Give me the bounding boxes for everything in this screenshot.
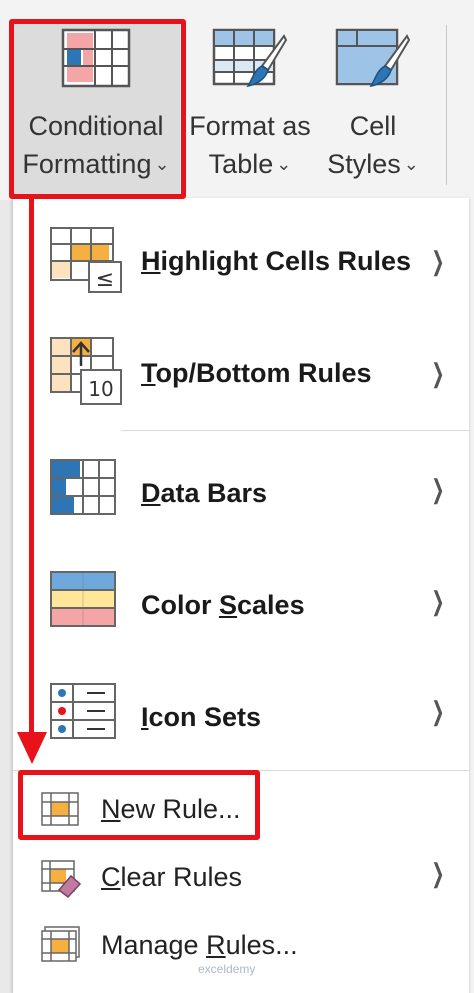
menu-item-label-pre: Manage <box>101 930 207 960</box>
format-as-table-label: Format as <box>189 111 311 141</box>
highlight-box-new-rule <box>18 770 260 840</box>
menu-item-label: cales <box>237 590 305 620</box>
menu-item-top-bottom-rules[interactable]: 10 Top/Bottom Rules ❯ <box>13 326 469 426</box>
top-bottom-icon: 10 <box>50 337 122 405</box>
format-as-table-button[interactable]: Format as Table ⌄ <box>182 20 318 200</box>
menu-item-label: ata Bars <box>160 478 268 508</box>
menu-item-highlight-cells-rules[interactable]: ≤ Highlight Cells Rules ❯ <box>13 216 469 312</box>
color-scales-icon <box>50 571 116 627</box>
menu-item-accel: S <box>219 590 238 620</box>
chevron-down-icon: ⌄ <box>403 154 419 174</box>
data-bars-icon <box>50 459 116 515</box>
cell-styles-label-2: Styles <box>327 149 401 179</box>
icon-sets-icon <box>50 683 116 739</box>
cell-styles-button[interactable]: Cell Styles ⌄ <box>318 20 428 200</box>
menu-item-accel: R <box>206 930 226 960</box>
highlight-box-conditional-formatting <box>9 19 186 199</box>
less-equal-icon: ≤ <box>96 267 114 292</box>
annotation-arrow-icon <box>17 732 47 764</box>
menu-item-accel: D <box>141 478 161 508</box>
submenu-arrow-icon: ❯ <box>431 858 445 888</box>
submenu-arrow-icon: ❯ <box>431 586 445 616</box>
top-ten-badge: 10 <box>88 377 113 401</box>
format-as-table-label-2: Table <box>208 149 274 179</box>
menu-divider <box>121 430 469 431</box>
annotation-line <box>29 198 34 736</box>
conditional-formatting-menu: ≤ Highlight Cells Rules ❯ 10 Top/Bottom … <box>12 198 469 993</box>
ribbon-separator <box>446 25 447 185</box>
menu-item-clear-rules[interactable]: Clear Rules ❯ <box>13 848 469 910</box>
cell-styles-label: Cell <box>349 111 397 141</box>
menu-item-label: op/Bottom Rules <box>155 358 372 388</box>
menu-item-data-bars[interactable]: Data Bars ❯ <box>13 446 469 546</box>
menu-item-accel: T <box>141 358 156 388</box>
submenu-arrow-icon: ❯ <box>431 246 445 276</box>
menu-item-label-pre: Color <box>141 590 219 620</box>
submenu-arrow-icon: ❯ <box>431 474 445 504</box>
format-as-table-icon <box>212 28 288 88</box>
menu-item-accel: H <box>141 246 161 276</box>
submenu-arrow-icon: ❯ <box>431 696 445 726</box>
menu-item-label: lear Rules <box>120 862 243 892</box>
watermark: exceldemy <box>198 962 256 976</box>
menu-item-accel: C <box>101 862 121 892</box>
menu-item-color-scales[interactable]: Color Scales ❯ <box>13 558 469 658</box>
menu-item-icon-sets[interactable]: Icon Sets ❯ <box>13 670 469 770</box>
menu-item-label: con Sets <box>148 702 262 732</box>
manage-rules-icon <box>41 926 80 962</box>
highlight-cells-icon: ≤ <box>50 227 122 293</box>
submenu-arrow-icon: ❯ <box>431 358 445 388</box>
menu-item-label: ighlight Cells Rules <box>160 246 412 276</box>
cell-styles-icon <box>335 28 411 88</box>
menu-item-accel: I <box>141 702 149 732</box>
menu-item-label: ules... <box>225 930 298 960</box>
clear-rules-icon <box>41 860 81 898</box>
chevron-down-icon: ⌄ <box>276 154 292 174</box>
